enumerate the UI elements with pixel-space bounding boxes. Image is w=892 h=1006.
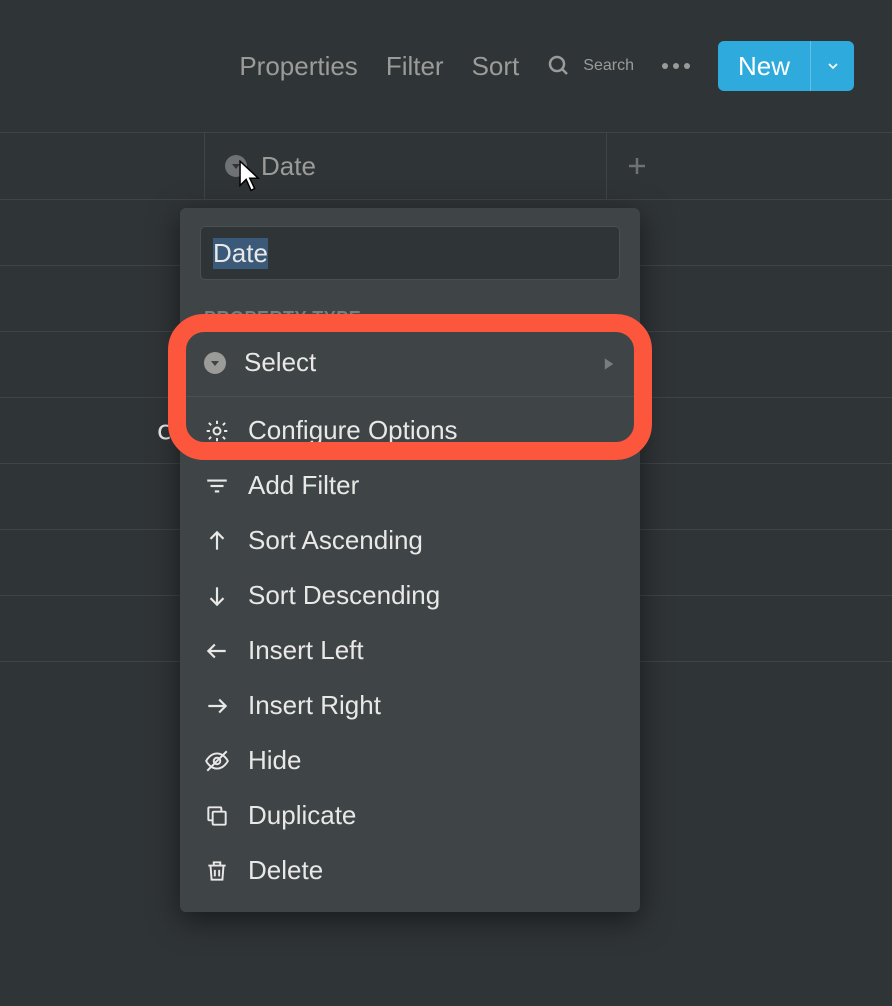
- column-header-label: Date: [261, 151, 316, 182]
- column-rename-input[interactable]: [200, 226, 620, 280]
- new-button[interactable]: New: [718, 41, 854, 91]
- search-label: Search: [583, 57, 634, 75]
- duplicate-item[interactable]: Duplicate: [180, 788, 640, 843]
- menu-item-label: Insert Left: [248, 635, 364, 666]
- insert-left-item[interactable]: Insert Left: [180, 623, 640, 678]
- trash-icon: [204, 858, 230, 884]
- properties-button[interactable]: Properties: [239, 51, 358, 82]
- menu-item-label: Select: [244, 347, 316, 378]
- row-cell: [0, 596, 205, 661]
- plus-icon: [625, 154, 649, 178]
- menu-item-label: Configure Options: [248, 415, 458, 446]
- menu-item-label: Duplicate: [248, 800, 356, 831]
- rename-input-wrap: [180, 208, 640, 294]
- search-button[interactable]: Search: [547, 54, 634, 78]
- hide-item[interactable]: Hide: [180, 733, 640, 788]
- arrow-right-icon: [204, 693, 230, 719]
- add-column-button[interactable]: [607, 133, 892, 199]
- filter-button[interactable]: Filter: [386, 51, 444, 82]
- menu-item-label: Add Filter: [248, 470, 359, 501]
- eye-off-icon: [204, 748, 230, 774]
- arrow-up-icon: [204, 528, 230, 554]
- database-toolbar: Properties Filter Sort Search New: [0, 0, 892, 132]
- table-header-row: Date: [0, 132, 892, 200]
- column-header-date[interactable]: Date: [205, 133, 607, 199]
- chevron-down-icon: [825, 58, 841, 74]
- property-type-select-item[interactable]: Select: [180, 335, 640, 390]
- gear-icon: [204, 418, 230, 444]
- row-cell: [0, 200, 205, 265]
- column-context-menu: Property Type Select Configure Options A…: [180, 208, 640, 912]
- menu-item-label: Sort Descending: [248, 580, 440, 611]
- insert-right-item[interactable]: Insert Right: [180, 678, 640, 733]
- menu-separator: [180, 396, 640, 397]
- row-cell: ⅽm: [0, 398, 205, 463]
- row-cell: [0, 464, 205, 529]
- new-button-dropdown[interactable]: [810, 41, 854, 91]
- row-cell: ı: [0, 266, 205, 331]
- search-icon: [547, 54, 571, 78]
- new-button-label: New: [718, 41, 810, 91]
- menu-item-label: Delete: [248, 855, 323, 886]
- menu-item-label: Hide: [248, 745, 301, 776]
- configure-options-item[interactable]: Configure Options: [180, 403, 640, 458]
- arrow-left-icon: [204, 638, 230, 664]
- duplicate-icon: [204, 803, 230, 829]
- menu-item-label: Insert Right: [248, 690, 381, 721]
- sort-descending-item[interactable]: Sort Descending: [180, 568, 640, 623]
- add-filter-item[interactable]: Add Filter: [180, 458, 640, 513]
- sort-ascending-item[interactable]: Sort Ascending: [180, 513, 640, 568]
- more-options-button[interactable]: [662, 63, 690, 69]
- select-icon: [204, 352, 226, 374]
- menu-item-label: Sort Ascending: [248, 525, 423, 556]
- row-cell: [0, 332, 205, 397]
- property-type-section-label: Property Type: [180, 294, 640, 335]
- arrow-down-icon: [204, 583, 230, 609]
- row-cell: [0, 530, 205, 595]
- delete-item[interactable]: Delete: [180, 843, 640, 898]
- mouse-cursor-icon: [238, 160, 264, 199]
- filter-icon: [204, 473, 230, 499]
- sort-button[interactable]: Sort: [472, 51, 520, 82]
- column-header-empty[interactable]: [0, 133, 205, 199]
- submenu-arrow-icon: [602, 347, 616, 378]
